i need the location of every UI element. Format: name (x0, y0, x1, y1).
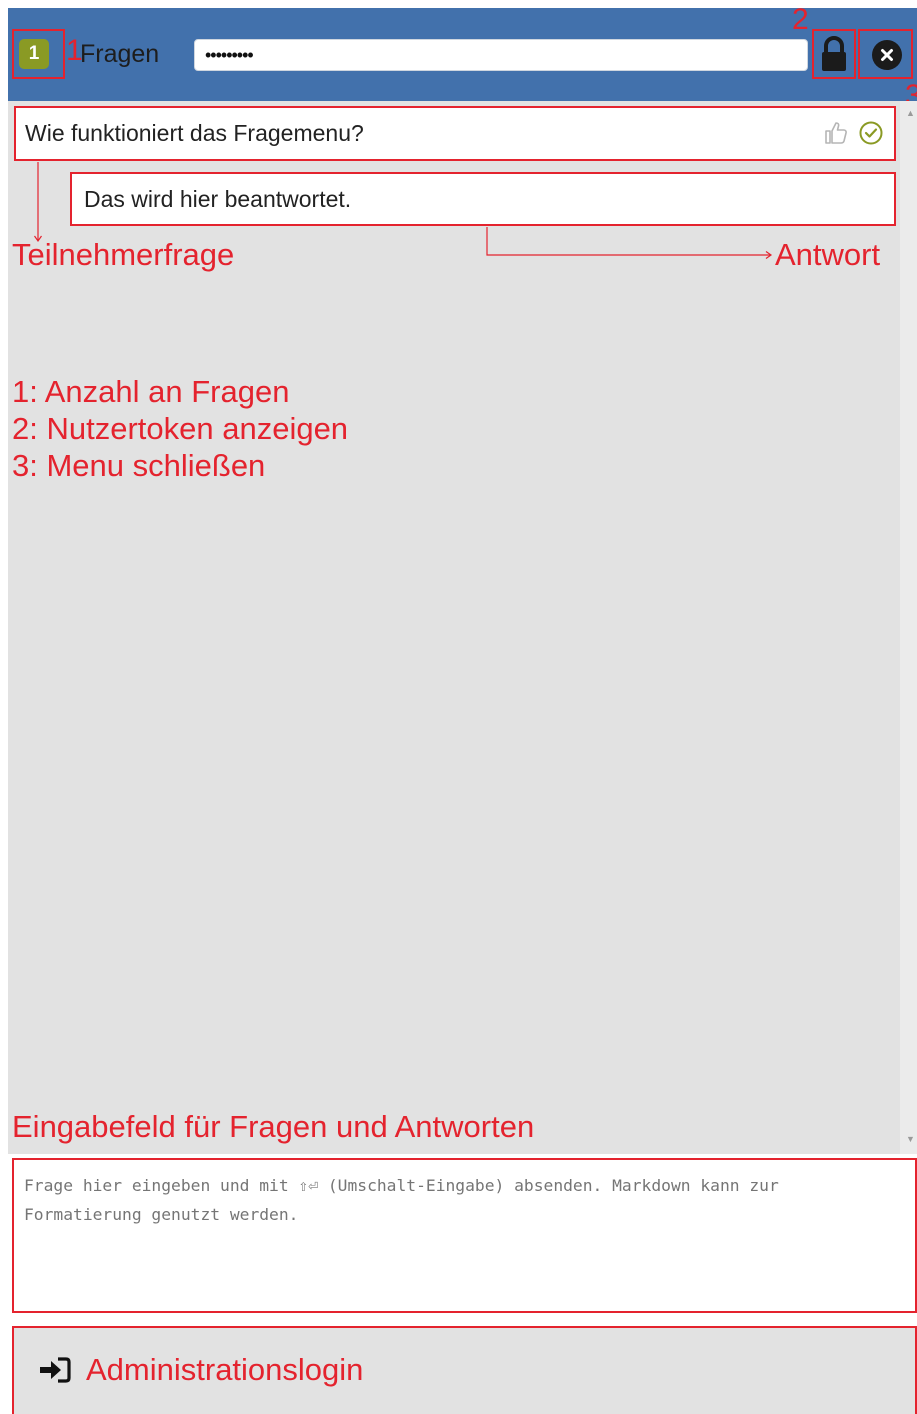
scroll-down-arrow-icon[interactable]: ▼ (906, 1134, 915, 1144)
admin-login-label: Administrationslogin (86, 1352, 364, 1387)
legend-item: 2: Nutzertoken anzeigen (12, 411, 349, 446)
legend-item: 1: Anzahl an Fragen (12, 374, 290, 409)
input-callout-label: Eingabefeld für Fragen und Antworten (12, 1109, 535, 1144)
legend-item: 3: Menu schließen (12, 448, 266, 483)
answer-callout-label: Antwort (775, 237, 881, 272)
question-callout-label: Teilnehmerfrage (12, 237, 235, 272)
question-input[interactable] (24, 1171, 904, 1301)
sign-in-icon (40, 1357, 71, 1383)
questions-panel: 1 1 Fragen 2 3 ▲ ▼ Wie funktioniert das … (0, 0, 917, 1414)
